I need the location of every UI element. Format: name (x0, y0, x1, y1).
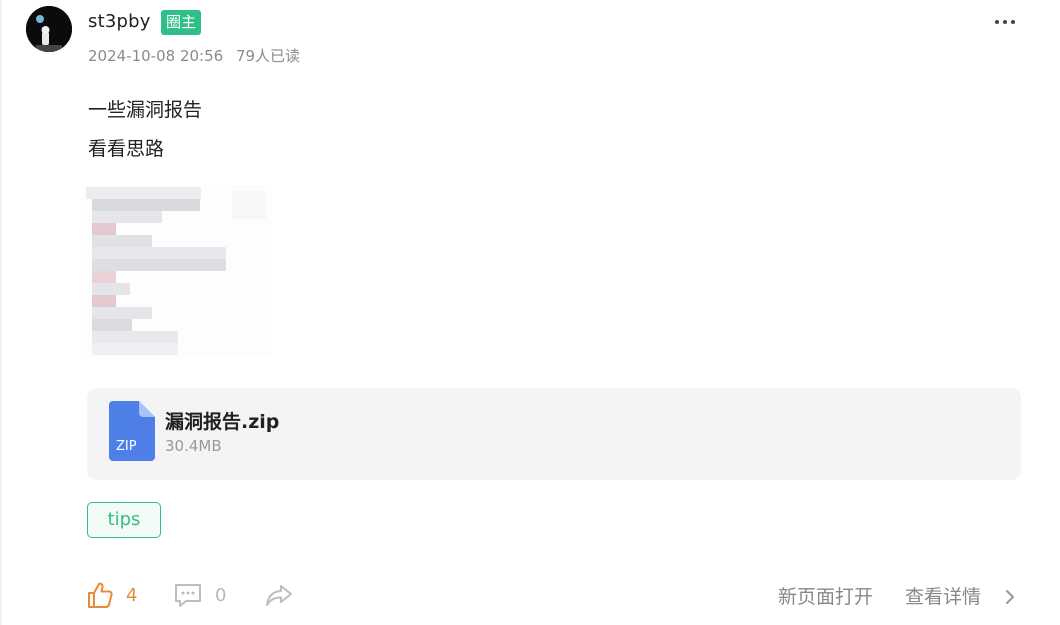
view-details-link[interactable]: 查看详情 (905, 584, 981, 610)
post-meta: 2024-10-08 20:56 79人已读 (88, 46, 300, 66)
blurred-image (82, 185, 272, 357)
comment-button[interactable]: 0 (173, 580, 226, 610)
file-size: 30.4MB (165, 437, 222, 455)
share-button[interactable] (264, 580, 294, 610)
post-content-line: 一些漏洞报告 (88, 99, 203, 121)
astronaut-avatar-icon (26, 6, 72, 52)
comment-icon (175, 584, 201, 607)
file-attachment-card[interactable]: ZIP 漏洞报告.zip 30.4MB (87, 388, 1021, 480)
read-count: 79人已读 (235, 47, 301, 65)
thumbs-up-icon (88, 582, 113, 608)
more-icon-dot (1011, 20, 1015, 24)
like-button[interactable]: 4 (86, 580, 137, 610)
avatar[interactable] (26, 6, 72, 52)
owner-badge: 圈主 (161, 10, 202, 35)
post-content-line: 看看思路 (88, 138, 165, 160)
author-name[interactable]: st3pby (88, 9, 151, 35)
more-icon-dot (1003, 20, 1007, 24)
post-image-thumbnail[interactable] (82, 185, 272, 357)
file-type-label: ZIP (116, 439, 137, 454)
zip-file-icon: ZIP (109, 401, 155, 461)
open-new-page-link[interactable]: 新页面打开 (778, 584, 873, 610)
more-button[interactable] (988, 6, 1022, 38)
share-icon (266, 585, 292, 606)
comment-count: 0 (215, 584, 227, 606)
post-timestamp: 2024-10-08 20:56 (88, 47, 224, 65)
file-name[interactable]: 漏洞报告.zip (165, 409, 279, 435)
chevron-right-icon[interactable] (1002, 586, 1018, 608)
left-border (0, 0, 2, 625)
like-count: 4 (126, 584, 138, 606)
tag-tips[interactable]: tips (87, 502, 161, 538)
more-icon (995, 20, 999, 24)
